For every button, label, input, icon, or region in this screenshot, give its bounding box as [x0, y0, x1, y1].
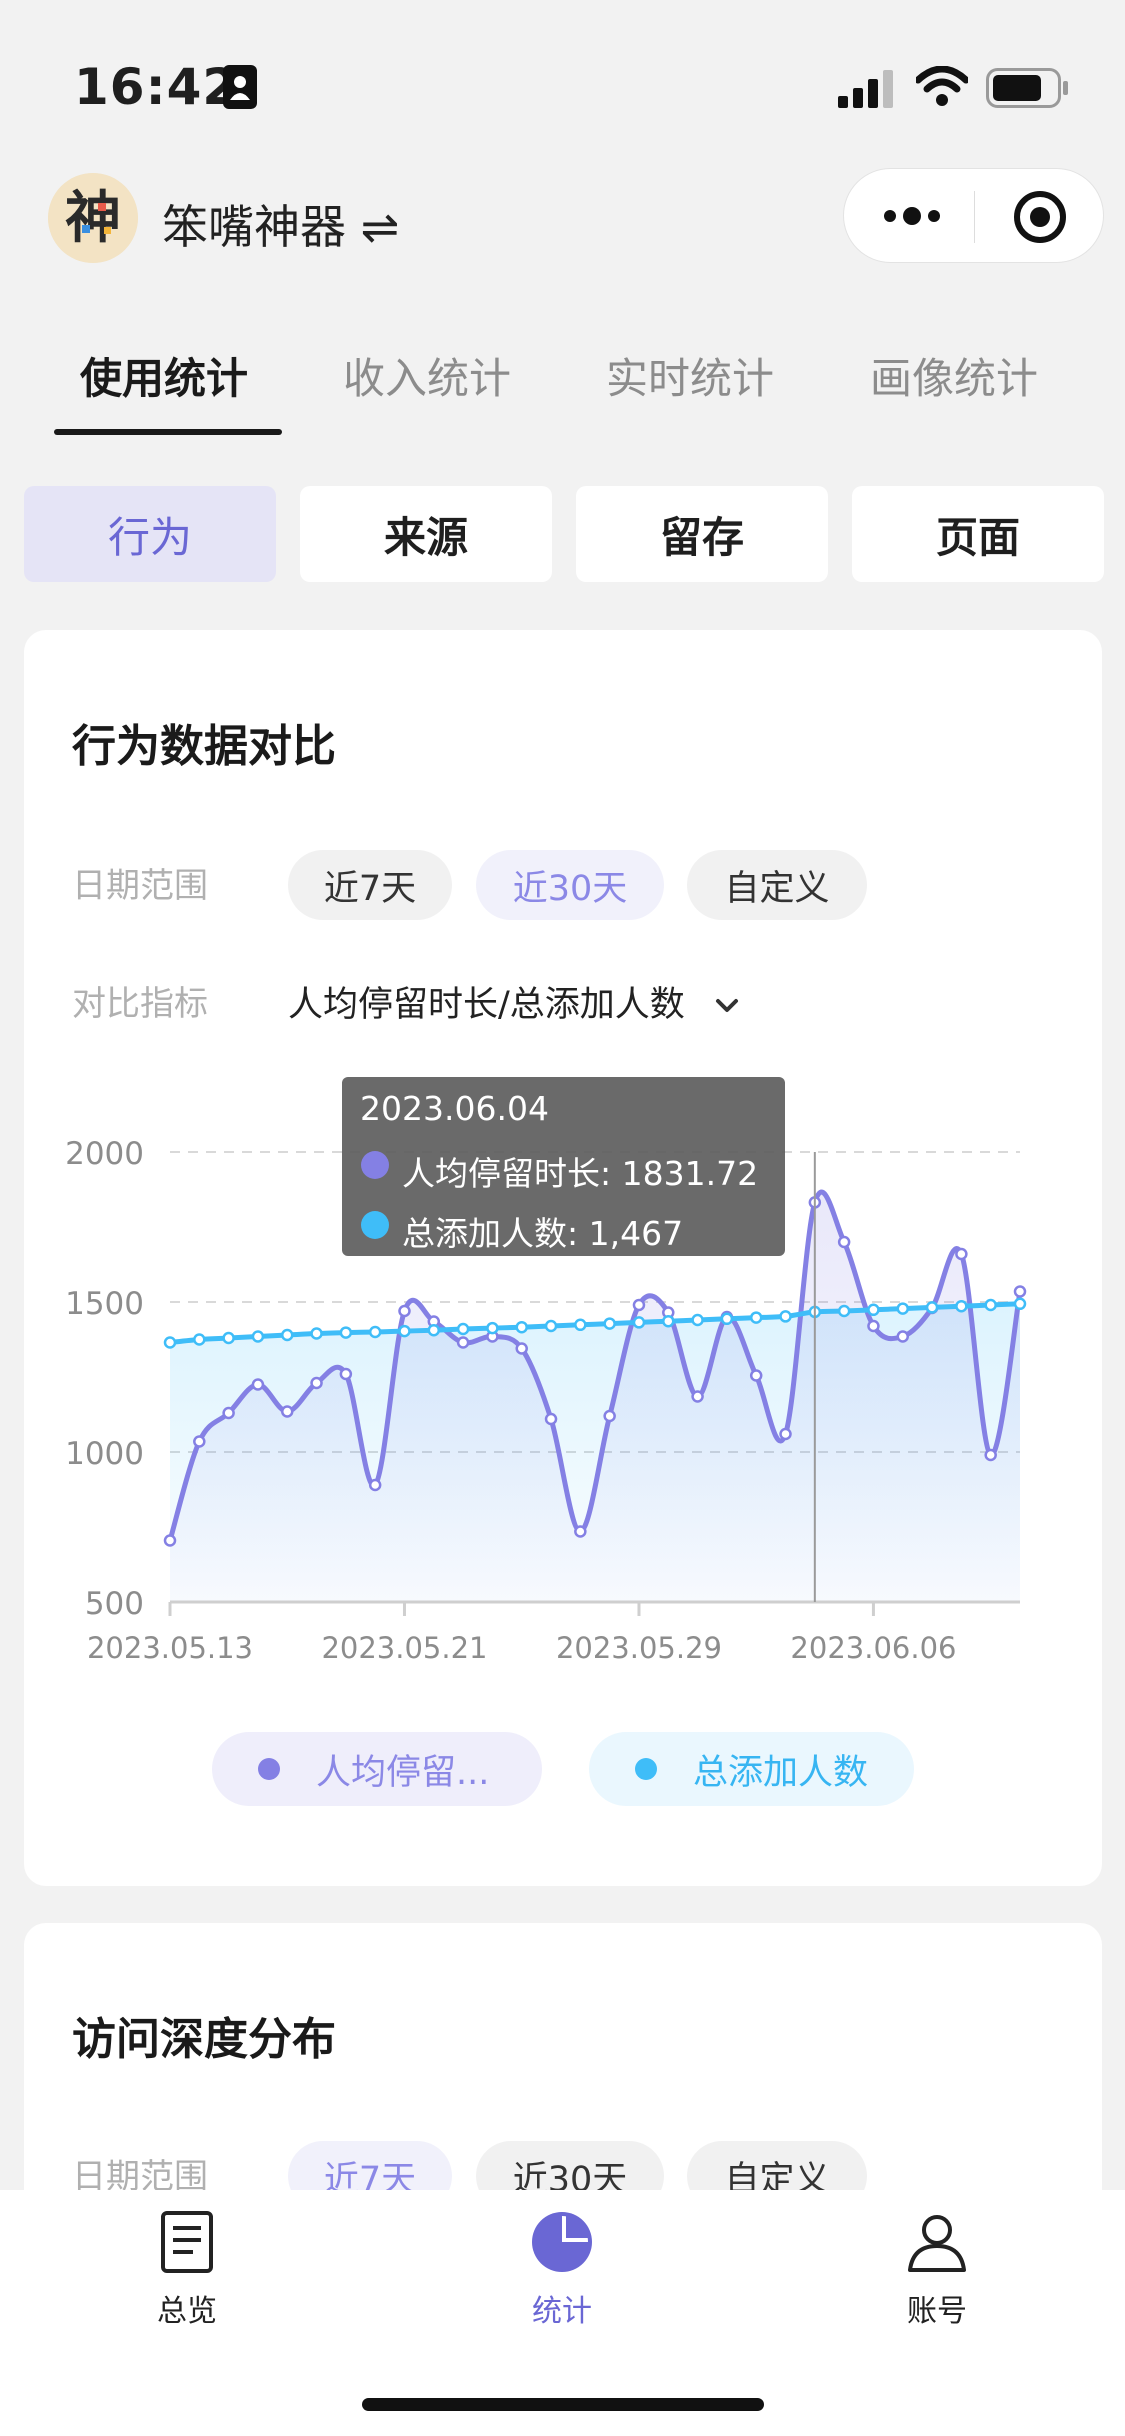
segment-source[interactable]: 来源	[300, 486, 552, 582]
mini-program-title-bar: 神 笨嘴神器 ⇌	[0, 165, 1125, 265]
main-tabs: 使用统计 收入统计 实时统计 画像统计	[0, 345, 1125, 440]
app-title[interactable]: 笨嘴神器 ⇌	[162, 191, 399, 257]
segment-control: 行为 来源 留存 页面	[24, 486, 1104, 582]
tabbar-label: 账号	[907, 2294, 967, 2329]
document-icon	[161, 2211, 213, 2273]
tabbar-account[interactable]: 账号	[837, 2210, 1037, 2330]
close-target-icon[interactable]	[1012, 189, 1068, 245]
tooltip-dot-series-2	[361, 1211, 389, 1239]
legend-dot-series-1	[258, 1758, 280, 1780]
tabbar-stats[interactable]: 统计	[462, 2210, 662, 2330]
tooltip-line-1: 人均停留时长: 1831.72	[402, 1154, 759, 1193]
legend-label-series-2: 总添加人数	[693, 1752, 869, 1793]
svg-text:神: 神	[65, 186, 121, 251]
home-indicator	[362, 2398, 764, 2411]
tabbar-label: 总览	[157, 2294, 217, 2329]
tab-profile-stats[interactable]: 画像统计	[870, 345, 1038, 406]
date-range-label: 日期范围	[72, 866, 208, 906]
person-badge-icon	[223, 65, 257, 109]
segment-behavior[interactable]: 行为	[24, 486, 276, 582]
compare-metric-value: 人均停留时长/总添加人数	[288, 985, 685, 1025]
tab-income-stats[interactable]: 收入统计	[343, 345, 511, 406]
legend-series-2[interactable]: 总添加人数	[589, 1732, 914, 1806]
status-time: 16:42	[74, 58, 239, 116]
segment-page[interactable]: 页面	[852, 486, 1104, 582]
behavior-compare-card: 行为数据对比 日期范围 近7天 近30天 自定义 对比指标 人均停留时长/总添加…	[24, 630, 1102, 1886]
compare-metric-select[interactable]: 人均停留时长/总添加人数	[288, 976, 740, 1027]
status-bar: 16:42	[0, 0, 1125, 170]
card-title: 行为数据对比	[72, 721, 336, 772]
wifi-icon	[916, 66, 968, 106]
tooltip-date: 2023.06.04	[360, 1089, 549, 1128]
date-option-30d[interactable]: 近30天	[476, 850, 664, 920]
capsule-menu	[843, 168, 1104, 263]
chevron-down-icon	[715, 999, 738, 1012]
tooltip-line-2: 总添加人数: 1,467	[402, 1214, 684, 1253]
segment-retention[interactable]: 留存	[576, 486, 828, 582]
tooltip-dot-series-1	[361, 1151, 389, 1179]
pie-chart-icon	[532, 2212, 592, 2272]
tabbar-overview[interactable]: 总览	[87, 2210, 287, 2330]
app-logo-icon: 神	[48, 173, 138, 263]
tabbar-label: 统计	[532, 2294, 592, 2329]
card-title: 访问深度分布	[72, 2014, 336, 2065]
legend-label-series-1: 人均停留...	[316, 1752, 490, 1793]
compare-metric-label: 对比指标	[72, 984, 208, 1024]
more-dots-icon[interactable]	[882, 199, 942, 233]
legend-series-1[interactable]: 人均停留...	[212, 1732, 542, 1806]
tab-usage-stats[interactable]: 使用统计	[80, 345, 248, 406]
app-avatar[interactable]: 神	[48, 173, 138, 263]
user-icon	[908, 2215, 966, 2272]
date-option-custom[interactable]: 自定义	[687, 850, 867, 920]
legend-dot-series-2	[635, 1758, 657, 1780]
tab-realtime-stats[interactable]: 实时统计	[606, 345, 774, 406]
battery-icon	[986, 68, 1068, 108]
chart-tooltip: 2023.06.04 人均停留时长: 1831.72 总添加人数: 1,467	[342, 1077, 785, 1256]
signal-icon	[838, 70, 893, 108]
active-tab-indicator	[54, 429, 282, 435]
date-option-7d[interactable]: 近7天	[288, 850, 452, 920]
capsule-divider	[974, 191, 975, 243]
